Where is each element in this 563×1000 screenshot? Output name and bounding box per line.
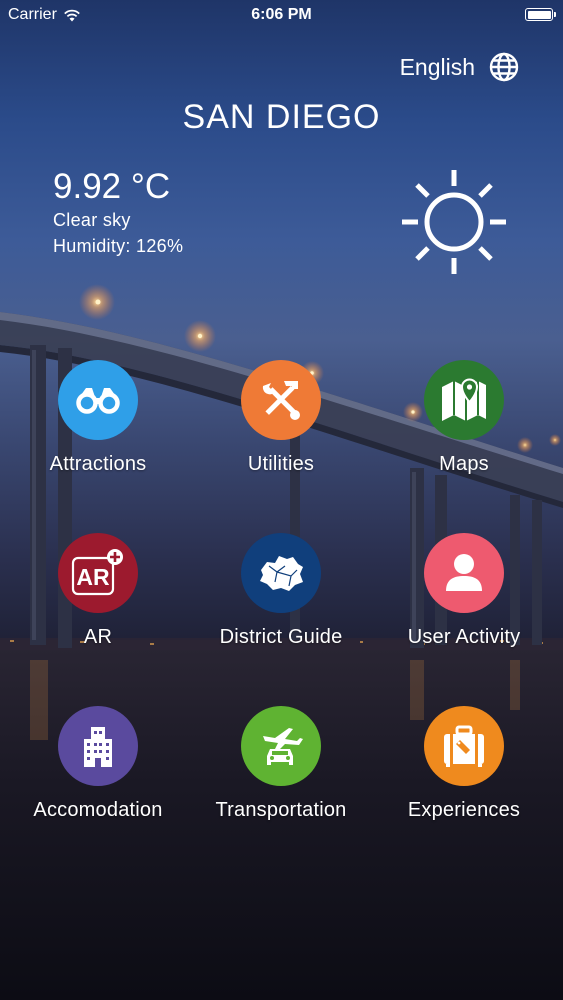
- user-activity-label: User Activity: [407, 626, 521, 648]
- ar-icon: AR: [71, 549, 123, 596]
- utilities-label: Utilities: [247, 453, 315, 475]
- maps-label: Maps: [439, 453, 489, 475]
- building-icon: [84, 727, 112, 767]
- language-selector[interactable]: English: [400, 52, 519, 82]
- menu-item-experiences[interactable]: Experiences: [374, 706, 554, 822]
- status-bar: Carrier 6:06 PM: [0, 0, 563, 30]
- plane-car-icon: [263, 728, 303, 765]
- language-label: English: [399, 53, 475, 80]
- district-map-icon: [260, 556, 303, 591]
- map-pin-icon: [442, 378, 486, 421]
- attractions-label: Attractions: [49, 453, 147, 475]
- ar-label: AR: [83, 626, 113, 648]
- user-activity-icon-circle: [424, 533, 504, 613]
- weather-panel: 9.92 °C Clear sky Humidity: 126%: [53, 167, 183, 259]
- binoculars-icon: [76, 388, 120, 414]
- attractions-icon-circle: [58, 360, 138, 440]
- accomodation-label: Accomodation: [33, 799, 163, 821]
- menu-item-user-activity[interactable]: User Activity: [374, 533, 554, 649]
- maps-icon-circle: [424, 360, 504, 440]
- transportation-icon-circle: [241, 706, 321, 786]
- globe-icon: [489, 52, 519, 82]
- city-title: SAN DIEGO: [182, 98, 381, 136]
- transportation-label: Transportation: [215, 799, 347, 821]
- menu-item-maps[interactable]: Maps: [374, 360, 554, 476]
- experiences-icon-circle: [424, 706, 504, 786]
- status-time: 6:06 PM: [251, 6, 312, 23]
- experiences-label: Experiences: [407, 799, 521, 821]
- menu-item-transportation[interactable]: Transportation: [191, 706, 371, 822]
- menu-item-accomodation[interactable]: Accomodation: [8, 706, 188, 822]
- temperature: 9.92 °C: [53, 167, 171, 206]
- menu-item-ar[interactable]: AR AR: [8, 533, 188, 649]
- user-icon: [446, 554, 482, 591]
- weather-condition: Clear sky: [53, 210, 131, 230]
- menu-item-utilities[interactable]: Utilities: [191, 360, 371, 476]
- suitcase-icon: [444, 725, 484, 767]
- district-guide-label: District Guide: [219, 626, 343, 648]
- menu-item-district-guide[interactable]: District Guide: [191, 533, 371, 649]
- svg-text:AR: AR: [76, 564, 110, 590]
- utilities-icon-circle: [241, 360, 321, 440]
- district-guide-icon-circle: [241, 533, 321, 613]
- battery-icon: [525, 8, 556, 21]
- sun-icon: [402, 170, 506, 274]
- tools-icon: [262, 381, 300, 420]
- menu-item-attractions[interactable]: Attractions: [8, 360, 188, 476]
- humidity: Humidity: 126%: [53, 236, 184, 256]
- ar-icon-circle: AR: [58, 533, 138, 613]
- accomodation-icon-circle: [58, 706, 138, 786]
- background-image: [0, 0, 563, 1000]
